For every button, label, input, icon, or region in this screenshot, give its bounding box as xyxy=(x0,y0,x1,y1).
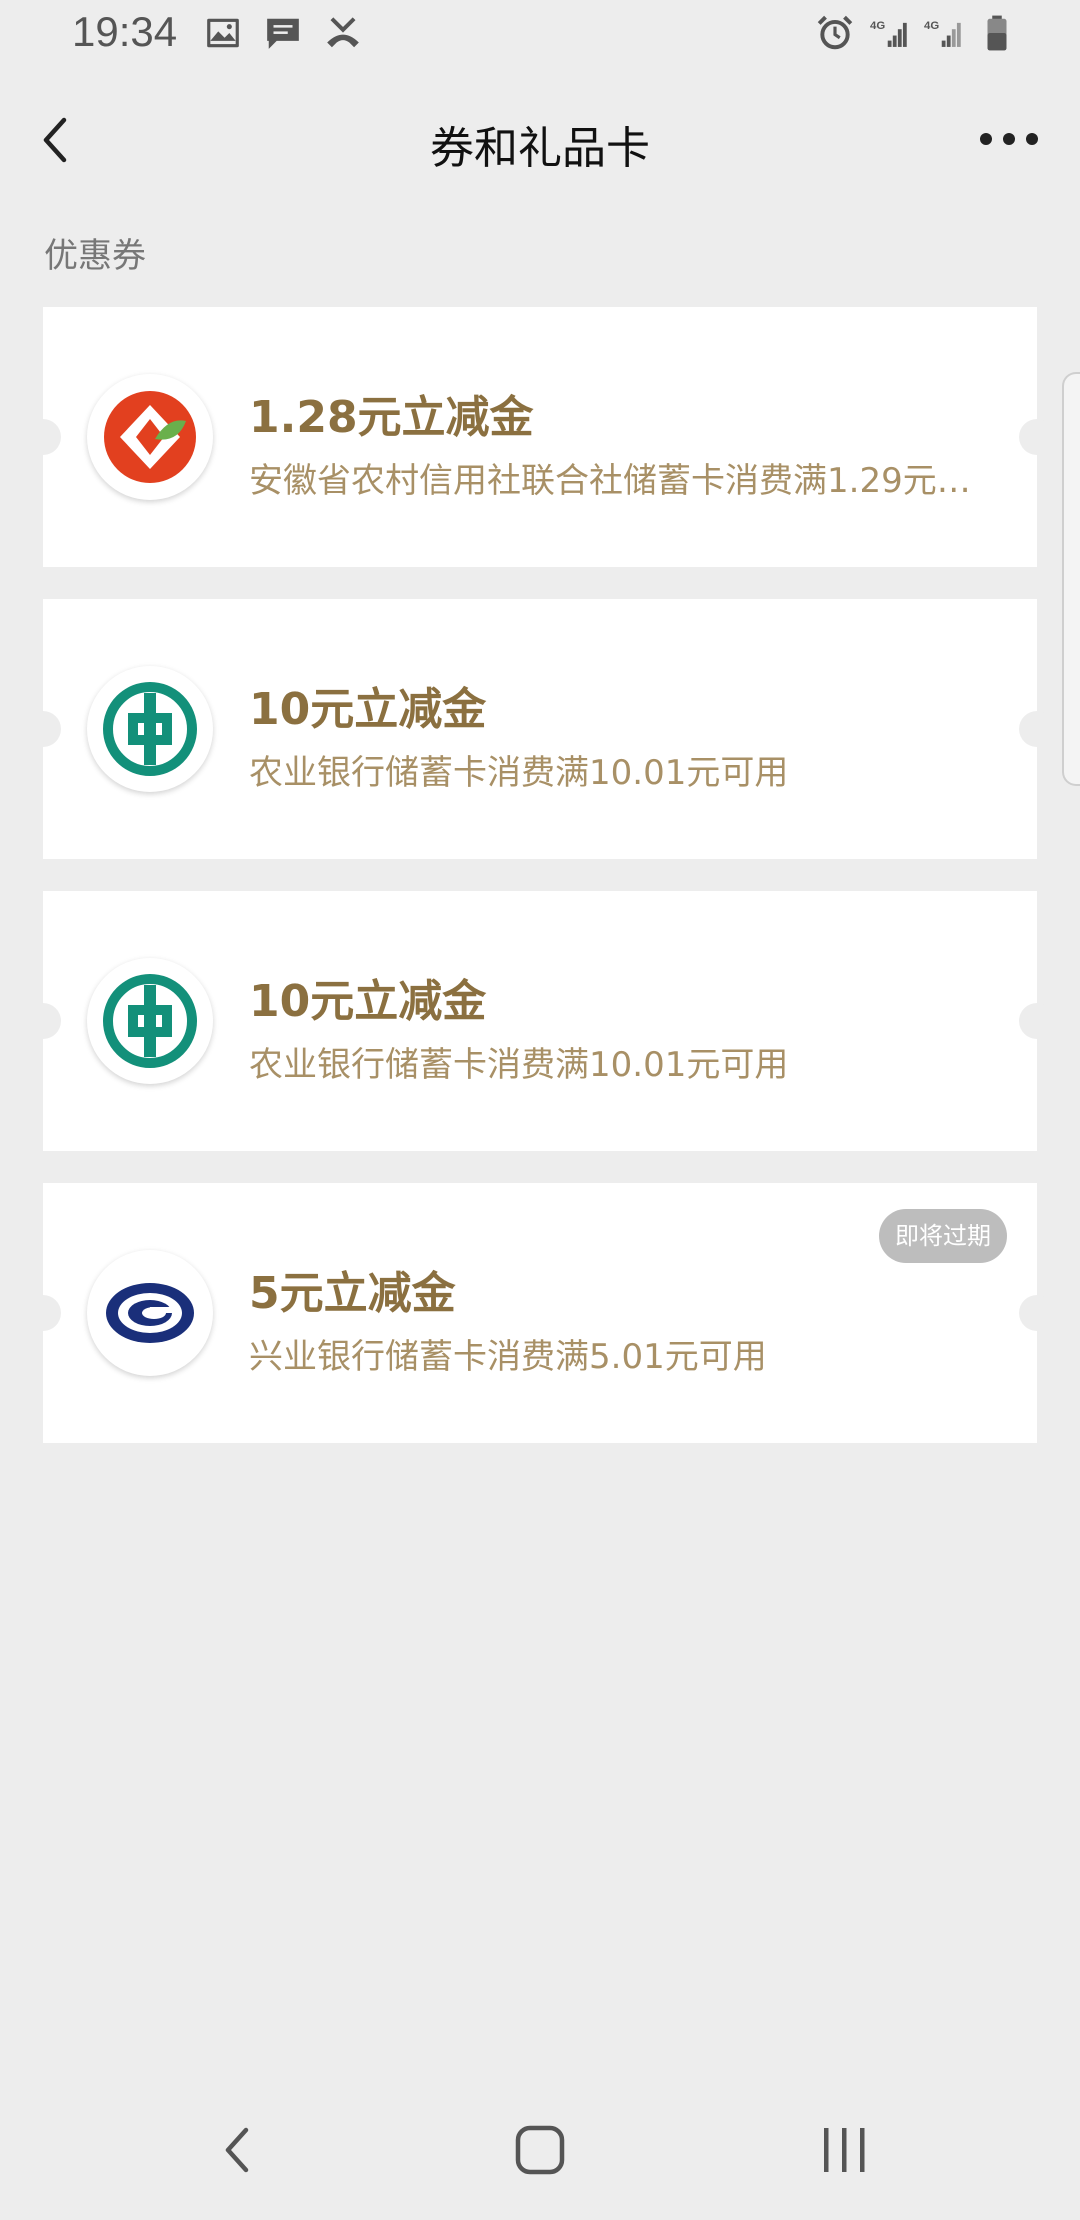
missed-call-icon xyxy=(327,17,359,48)
agricultural-bank-logo xyxy=(103,682,197,776)
more-horizontal-icon[interactable] xyxy=(974,114,1044,164)
coupon-title: 10元立减金 xyxy=(249,684,487,735)
industrial-bank-logo xyxy=(106,1283,194,1343)
expiring-badge: 即将过期 xyxy=(879,1209,1007,1263)
bank-logo xyxy=(87,958,213,1084)
coupon-title: 1.28元立减金 xyxy=(249,392,534,443)
status-bar: 19:34 4G 4G xyxy=(0,0,1080,72)
coupon-desc: 农业银行储蓄卡消费满10.01元可用 xyxy=(249,753,789,793)
coupon-card[interactable]: 即将过期 5元立减金 兴业银行储蓄卡消费满5.01元可用 xyxy=(25,1183,1055,1443)
card-notch xyxy=(1019,711,1055,747)
coupon-title: 5元立减金 xyxy=(249,1268,456,1319)
coupon-card[interactable]: 1.28元立减金 安徽省农村信用社联合社储蓄卡消费满1.29元可用 xyxy=(25,307,1055,567)
message-icon xyxy=(267,18,299,49)
card-notch xyxy=(25,711,61,747)
alarm-icon xyxy=(817,15,853,50)
coupon-card[interactable]: 10元立减金 农业银行储蓄卡消费满10.01元可用 xyxy=(25,599,1055,859)
coupon-title: 10元立减金 xyxy=(249,976,487,1027)
battery-icon xyxy=(987,15,1007,51)
signal-4g-icon: 4G xyxy=(924,20,961,47)
card-notch xyxy=(25,1295,61,1331)
coupon-desc: 安徽省农村信用社联合社储蓄卡消费满1.29元可用 xyxy=(249,461,989,501)
recents-nav-icon[interactable] xyxy=(814,2120,874,2180)
rural-credit-union-logo xyxy=(104,391,196,483)
bank-logo xyxy=(87,666,213,792)
card-notch xyxy=(25,1003,61,1039)
section-label: 优惠券 xyxy=(44,236,146,276)
network-label: 4G xyxy=(870,20,885,32)
home-nav-icon[interactable] xyxy=(510,2120,570,2180)
coupon-desc: 兴业银行储蓄卡消费满5.01元可用 xyxy=(249,1337,767,1377)
back-nav-icon[interactable] xyxy=(210,2120,270,2180)
coupon-card[interactable]: 10元立减金 农业银行储蓄卡消费满10.01元可用 xyxy=(25,891,1055,1151)
network-label: 4G xyxy=(924,20,939,32)
card-notch xyxy=(1019,1003,1055,1039)
page-title: 券和礼品卡 xyxy=(430,123,650,174)
signal-4g-icon: 4G xyxy=(870,20,907,47)
card-notch xyxy=(1019,419,1055,455)
nav-bar: 券和礼品卡 xyxy=(0,84,1080,194)
bank-logo xyxy=(87,1250,213,1376)
scroll-indicator[interactable] xyxy=(1062,372,1080,786)
coupon-desc: 农业银行储蓄卡消费满10.01元可用 xyxy=(249,1045,789,1085)
system-nav-bar xyxy=(0,2100,1080,2200)
card-notch xyxy=(1019,1295,1055,1331)
image-icon xyxy=(207,18,239,48)
card-notch xyxy=(25,419,61,455)
bank-logo xyxy=(87,374,213,500)
agricultural-bank-logo xyxy=(103,974,197,1068)
status-time: 19:34 xyxy=(72,8,178,55)
